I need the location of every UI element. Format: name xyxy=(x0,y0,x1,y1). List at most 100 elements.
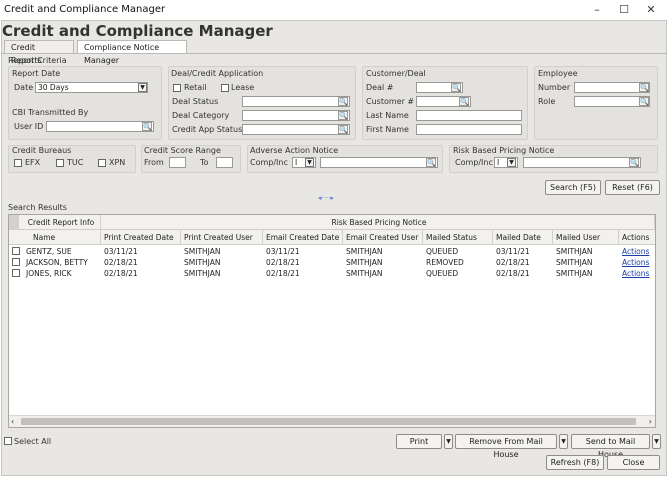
cell-mailed-date: 03/11/21 xyxy=(496,247,530,256)
efx-label: EFX xyxy=(25,158,41,167)
credit-app-status-input[interactable] xyxy=(242,124,350,135)
cell-email-user: SMITHJAN xyxy=(346,247,383,256)
date-select[interactable]: 30 Days xyxy=(35,82,148,93)
tab-credit-reports[interactable]: Credit Reports xyxy=(4,40,74,65)
horizontal-scrollbar[interactable]: ‹ › xyxy=(9,415,655,427)
first-name-label: First Name xyxy=(366,125,409,134)
credit-app-status-label: Credit App Status xyxy=(172,125,243,134)
deal-app-label: Deal/Credit Application xyxy=(171,69,264,78)
cell-print-date: 02/18/21 xyxy=(104,269,138,278)
retail-checkbox[interactable] xyxy=(173,84,181,92)
minimize-icon[interactable]: – xyxy=(583,1,611,19)
close-window-icon[interactable]: ✕ xyxy=(637,1,665,19)
splitter-grip-icon[interactable]: ◂····▸ xyxy=(318,194,334,202)
lease-label: Lease xyxy=(231,83,255,92)
employee-role-label: Role xyxy=(538,97,556,106)
score-to-input[interactable] xyxy=(216,157,233,168)
adverse-search-input[interactable] xyxy=(320,157,438,168)
deal-status-label: Deal Status xyxy=(172,97,219,106)
score-from-input[interactable] xyxy=(169,157,186,168)
search-button[interactable]: Search (F5) xyxy=(545,180,601,195)
last-name-input[interactable] xyxy=(416,110,522,121)
col-mailed-user[interactable]: Mailed User xyxy=(553,230,619,245)
actions-link[interactable]: Actions xyxy=(619,257,655,268)
select-all-label: Select All xyxy=(14,437,52,446)
window-title: Credit and Compliance Manager xyxy=(4,4,166,15)
cell-mailed-user: SMITHJAN xyxy=(556,258,593,267)
send-to-mail-house-button[interactable]: Send to Mail House xyxy=(571,434,650,459)
cell-name: GENTZ, SUE xyxy=(26,247,72,256)
col-mailed-status[interactable]: Mailed Status xyxy=(423,230,493,245)
xpn-checkbox[interactable] xyxy=(98,159,106,167)
search-icon[interactable]: 🔍 xyxy=(639,83,649,92)
cell-print-date: 02/18/21 xyxy=(104,258,138,267)
search-icon[interactable]: 🔍 xyxy=(426,158,436,167)
xpn-label: XPN xyxy=(109,158,126,167)
refresh-button[interactable]: Refresh (F8) xyxy=(546,455,604,470)
efx-checkbox[interactable] xyxy=(14,159,22,167)
search-icon[interactable]: 🔍 xyxy=(142,122,152,131)
chevron-right-icon[interactable]: › xyxy=(649,416,652,427)
chevron-down-icon[interactable]: ▼ xyxy=(305,158,314,167)
app-title: Credit and Compliance Manager xyxy=(2,22,273,40)
tuc-checkbox[interactable] xyxy=(56,159,64,167)
deal-status-input[interactable] xyxy=(242,96,350,107)
chevron-down-icon[interactable]: ▼ xyxy=(138,83,147,92)
table-row[interactable]: GENTZ, SUE 03/11/21 SMITHJAN 03/11/21 SM… xyxy=(9,246,655,257)
col-email-created-date[interactable]: Email Created Date xyxy=(263,230,343,245)
col-email-created-user[interactable]: Email Created User xyxy=(343,230,423,245)
score-to-label: To xyxy=(200,158,209,167)
table-row[interactable]: JACKSON, BETTY 02/18/21 SMITHJAN 02/18/2… xyxy=(9,257,655,268)
table-row[interactable]: JONES, RICK 02/18/21 SMITHJAN 02/18/21 S… xyxy=(9,268,655,279)
search-icon[interactable]: 🔍 xyxy=(338,125,348,134)
scrollbar-thumb[interactable] xyxy=(21,418,636,425)
tuc-label: TUC xyxy=(67,158,84,167)
col-mailed-date[interactable]: Mailed Date xyxy=(493,230,553,245)
chevron-down-icon[interactable]: ▼ xyxy=(507,158,516,167)
deal-no-label: Deal # xyxy=(366,83,394,92)
cell-mailed-date: 02/18/21 xyxy=(496,258,530,267)
row-checkbox[interactable] xyxy=(12,247,20,255)
actions-link[interactable]: Actions xyxy=(619,268,655,279)
search-icon[interactable]: 🔍 xyxy=(629,158,639,167)
search-icon[interactable]: 🔍 xyxy=(451,83,461,92)
search-icon[interactable]: 🔍 xyxy=(338,111,348,120)
cell-email-date: 02/18/21 xyxy=(266,269,300,278)
cell-print-user: SMITHJAN xyxy=(184,247,221,256)
cell-mailed-user: SMITHJAN xyxy=(556,269,593,278)
close-button[interactable]: Close xyxy=(607,455,660,470)
cbi-label: CBI Transmitted By xyxy=(12,108,89,117)
col-name[interactable]: Name xyxy=(19,230,101,245)
chevron-down-icon[interactable]: ▼ xyxy=(444,434,453,449)
rbp-search-input[interactable] xyxy=(523,157,641,168)
cell-name: JACKSON, BETTY xyxy=(26,258,88,267)
deal-category-input[interactable] xyxy=(242,110,350,121)
search-icon[interactable]: 🔍 xyxy=(338,97,348,106)
select-all-checkbox[interactable] xyxy=(4,437,12,445)
score-from-label: From xyxy=(144,158,164,167)
tab-compliance-notice-manager[interactable]: Compliance Notice Manager xyxy=(77,40,187,65)
chevron-left-icon[interactable]: ‹ xyxy=(11,416,14,427)
col-print-created-date[interactable]: Print Created Date xyxy=(101,230,181,245)
remove-from-mail-house-button[interactable]: Remove From Mail House xyxy=(455,434,557,459)
search-icon[interactable]: 🔍 xyxy=(459,97,469,106)
lease-checkbox[interactable] xyxy=(221,84,229,92)
col-print-created-user[interactable]: Print Created User xyxy=(181,230,263,245)
search-icon[interactable]: 🔍 xyxy=(639,97,649,106)
row-checkbox[interactable] xyxy=(12,269,20,277)
reset-button[interactable]: Reset (F6) xyxy=(605,180,660,195)
maximize-icon[interactable]: ☐ xyxy=(610,1,638,19)
print-button[interactable]: Print xyxy=(396,434,442,449)
chevron-down-icon[interactable]: ▼ xyxy=(559,434,568,449)
report-date-label: Report Date xyxy=(12,69,61,78)
adverse-action-label: Adverse Action Notice xyxy=(250,146,339,155)
group-header-row: Credit Report Info Risk Based Pricing No… xyxy=(9,215,655,230)
chevron-down-icon[interactable]: ▼ xyxy=(652,434,661,449)
rbp-notice-header: Risk Based Pricing Notice xyxy=(101,215,655,230)
last-name-label: Last Name xyxy=(366,111,409,120)
row-checkbox[interactable] xyxy=(12,258,20,266)
actions-link[interactable]: Actions xyxy=(619,246,655,257)
rbp-notice-label: Risk Based Pricing Notice xyxy=(453,146,555,155)
user-id-input[interactable] xyxy=(46,121,154,132)
first-name-input[interactable] xyxy=(416,124,522,135)
